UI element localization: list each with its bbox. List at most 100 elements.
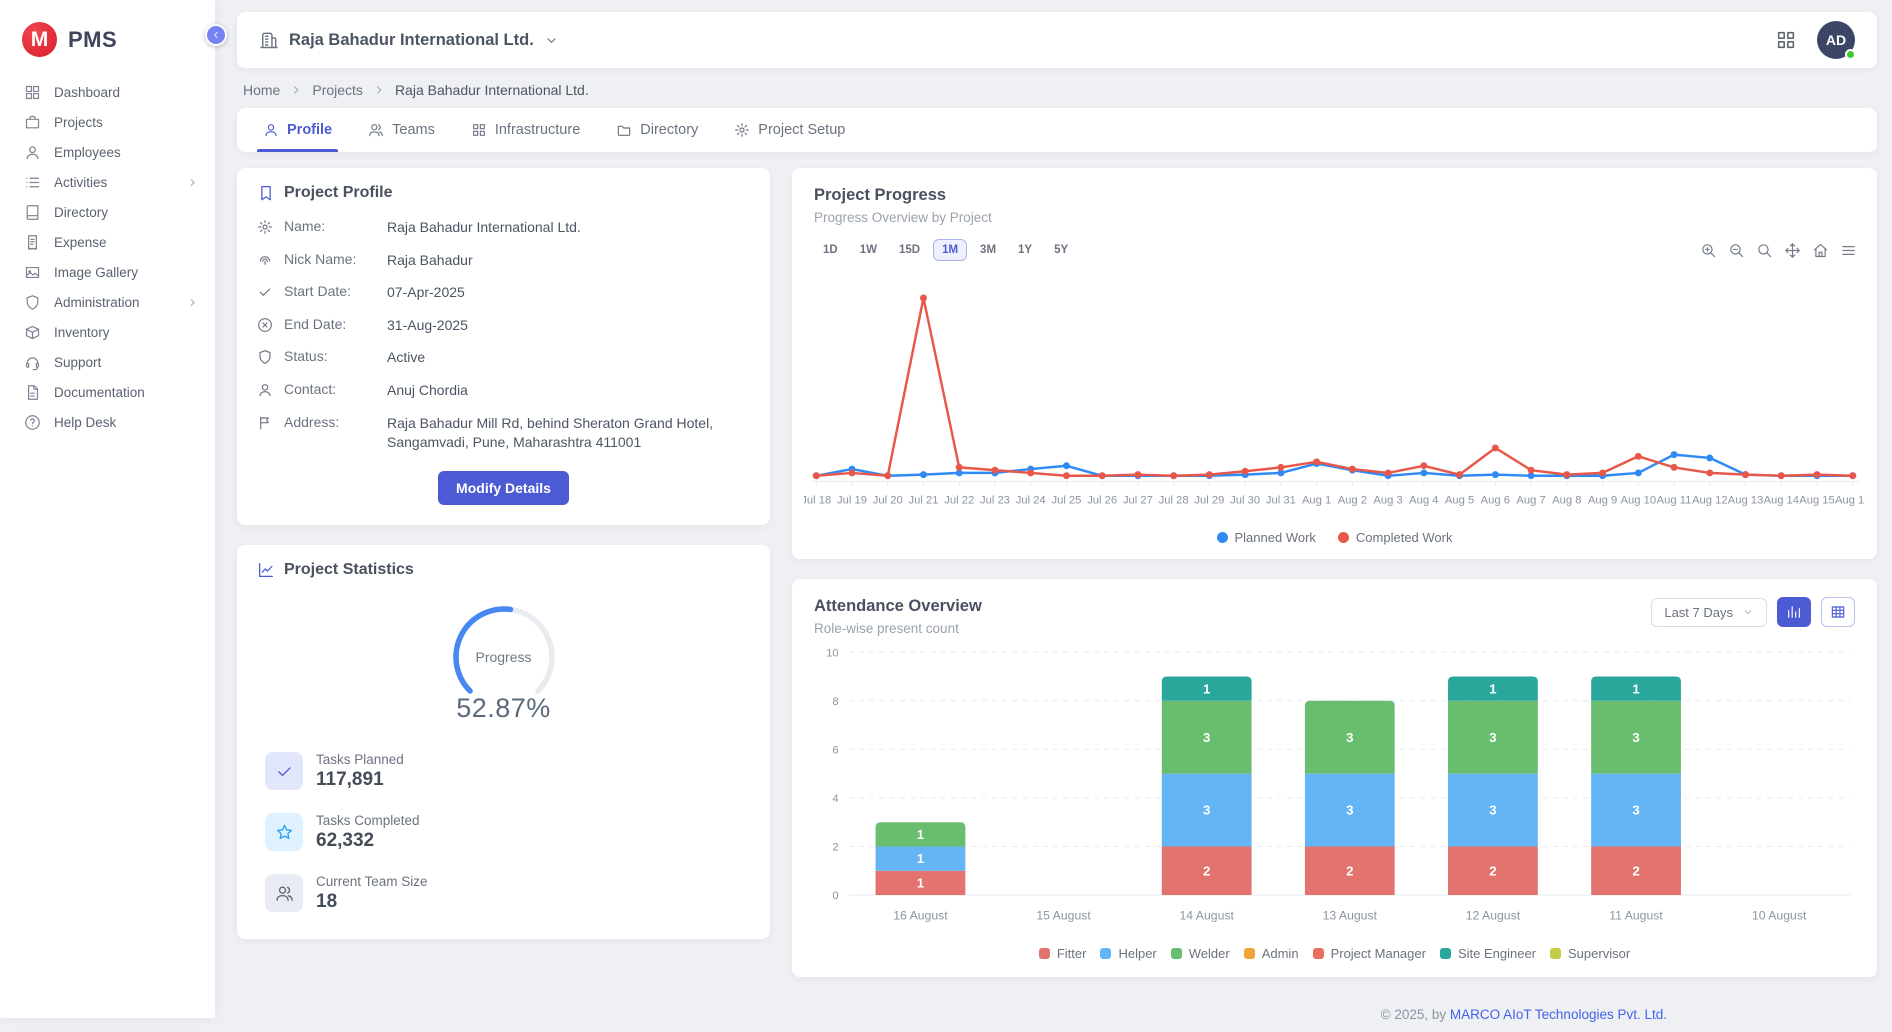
breadcrumb-current: Raja Bahadur International Ltd. — [395, 82, 589, 98]
tab-directory[interactable]: Directory — [600, 108, 714, 152]
company-selector[interactable]: Raja Bahadur International Ltd. — [259, 30, 559, 50]
sidebar-item-activities[interactable]: Activities — [0, 167, 215, 197]
legend-item[interactable]: Completed Work — [1338, 530, 1453, 545]
range-1m-button[interactable]: 1M — [933, 239, 967, 261]
sidebar-item-employees[interactable]: Employees — [0, 137, 215, 167]
tab-label: Infrastructure — [495, 122, 580, 138]
footer: © 2025, by MARCO AIoT Technologies Pvt. … — [792, 997, 1877, 1032]
field-label: Status: — [284, 348, 376, 364]
breadcrumb-home[interactable]: Home — [243, 82, 280, 98]
range-1d-button[interactable]: 1D — [814, 239, 847, 261]
tab-label: Directory — [640, 122, 698, 138]
tab-infrastructure[interactable]: Infrastructure — [455, 108, 596, 152]
image-gallery-icon — [24, 264, 41, 281]
zoom-out-icon[interactable] — [1728, 242, 1745, 259]
svg-text:14 August: 14 August — [1179, 909, 1234, 923]
svg-text:3: 3 — [1203, 730, 1210, 745]
svg-text:2: 2 — [1203, 864, 1210, 879]
modify-details-button[interactable]: Modify Details — [438, 471, 569, 505]
svg-text:1: 1 — [917, 827, 924, 842]
legend-marker — [1440, 948, 1451, 959]
svg-text:16 August: 16 August — [893, 909, 948, 923]
sidebar-item-documentation[interactable]: Documentation — [0, 377, 215, 407]
range-1w-button[interactable]: 1W — [851, 239, 886, 261]
legend-item[interactable]: Helper — [1100, 946, 1156, 961]
svg-text:3: 3 — [1489, 803, 1496, 818]
selection-zoom-icon[interactable] — [1756, 242, 1773, 259]
tab-profile[interactable]: Profile — [247, 108, 348, 152]
reset-home-icon[interactable] — [1812, 242, 1829, 259]
legend-item[interactable]: Planned Work — [1217, 530, 1316, 545]
legend-marker — [1550, 948, 1561, 959]
stat-value: 18 — [316, 891, 428, 913]
activities-icon — [24, 174, 41, 191]
online-status-dot — [1845, 49, 1856, 60]
profile-field-nickname: Nick Name: Raja Bahadur — [257, 251, 750, 271]
field-value: Active — [387, 348, 425, 368]
svg-text:Aug 7: Aug 7 — [1516, 495, 1545, 507]
svg-text:Aug 2: Aug 2 — [1338, 495, 1367, 507]
profile-field-status: Status: Active — [257, 348, 750, 368]
profile-field-end-date: End Date: 31-Aug-2025 — [257, 316, 750, 336]
footer-link[interactable]: MARCO AIoT Technologies Pvt. Ltd. — [1450, 1007, 1667, 1022]
legend-item[interactable]: Fitter — [1039, 946, 1087, 961]
sidebar-item-image-gallery[interactable]: Image Gallery — [0, 257, 215, 287]
legend-item[interactable]: Project Manager — [1313, 946, 1426, 961]
date-range-select[interactable]: Last 7 Days — [1651, 598, 1767, 627]
range-1y-button[interactable]: 1Y — [1009, 239, 1041, 261]
building-icon — [259, 30, 279, 50]
legend-item[interactable]: Supervisor — [1550, 946, 1630, 961]
sidebar-item-directory[interactable]: Directory — [0, 197, 215, 227]
legend-item[interactable]: Site Engineer — [1440, 946, 1536, 961]
legend-label: Planned Work — [1235, 530, 1316, 545]
range-15d-button[interactable]: 15D — [890, 239, 929, 261]
tab-teams[interactable]: Teams — [352, 108, 451, 152]
attendance-bar-chart: 024681016 August11115 August14 August233… — [804, 640, 1865, 944]
svg-text:Aug 1: Aug 1 — [1302, 495, 1331, 507]
stat-tasks-planned: Tasks Planned 117,891 — [265, 752, 742, 791]
svg-text:Jul 22: Jul 22 — [944, 495, 974, 507]
svg-text:1: 1 — [1489, 681, 1496, 696]
sidebar-collapse-button[interactable] — [205, 24, 227, 46]
gauge-label: Progress — [438, 649, 570, 665]
sidebar-item-administration[interactable]: Administration — [0, 287, 215, 317]
legend-marker — [1338, 532, 1349, 543]
bar-chart-icon — [1786, 604, 1802, 620]
pan-icon[interactable] — [1784, 242, 1801, 259]
sidebar-item-dashboard[interactable]: Dashboard — [0, 77, 215, 107]
avatar[interactable]: AD — [1817, 21, 1855, 59]
table-view-toggle[interactable] — [1821, 597, 1855, 627]
apps-grid-icon[interactable] — [1775, 29, 1797, 51]
zoom-in-icon[interactable] — [1700, 242, 1717, 259]
app-logo[interactable]: M PMS — [0, 14, 215, 77]
menu-icon[interactable] — [1840, 242, 1857, 259]
users-icon — [265, 874, 303, 912]
breadcrumb-projects[interactable]: Projects — [312, 82, 363, 98]
svg-text:Aug 11: Aug 11 — [1657, 495, 1692, 507]
stat-label: Current Team Size — [316, 874, 428, 889]
legend-item[interactable]: Admin — [1244, 946, 1299, 961]
field-value: 07-Apr-2025 — [387, 283, 465, 303]
legend-label: Supervisor — [1568, 946, 1630, 961]
svg-text:12 August: 12 August — [1466, 909, 1521, 923]
range-3m-button[interactable]: 3M — [971, 239, 1005, 261]
sidebar: M PMS Dashboard Projects Employees Activ… — [0, 0, 215, 1018]
sidebar-item-projects[interactable]: Projects — [0, 107, 215, 137]
help-desk-icon — [24, 414, 41, 431]
range-5y-button[interactable]: 5Y — [1045, 239, 1077, 261]
app-name: PMS — [68, 27, 117, 53]
legend-item[interactable]: Welder — [1171, 946, 1230, 961]
svg-text:1: 1 — [1632, 681, 1639, 696]
stat-label: Tasks Planned — [316, 752, 404, 767]
tab-project-setup[interactable]: Project Setup — [718, 108, 861, 152]
svg-text:Aug 9: Aug 9 — [1588, 495, 1617, 507]
employees-icon — [24, 144, 41, 161]
svg-text:Jul 25: Jul 25 — [1051, 495, 1081, 507]
sidebar-item-label: Directory — [54, 205, 199, 220]
bar-view-toggle[interactable] — [1777, 597, 1811, 627]
sidebar-item-expense[interactable]: Expense — [0, 227, 215, 257]
sidebar-item-help-desk[interactable]: Help Desk — [0, 407, 215, 437]
sidebar-item-inventory[interactable]: Inventory — [0, 317, 215, 347]
sidebar-item-support[interactable]: Support — [0, 347, 215, 377]
stat-label: Tasks Completed — [316, 813, 420, 828]
